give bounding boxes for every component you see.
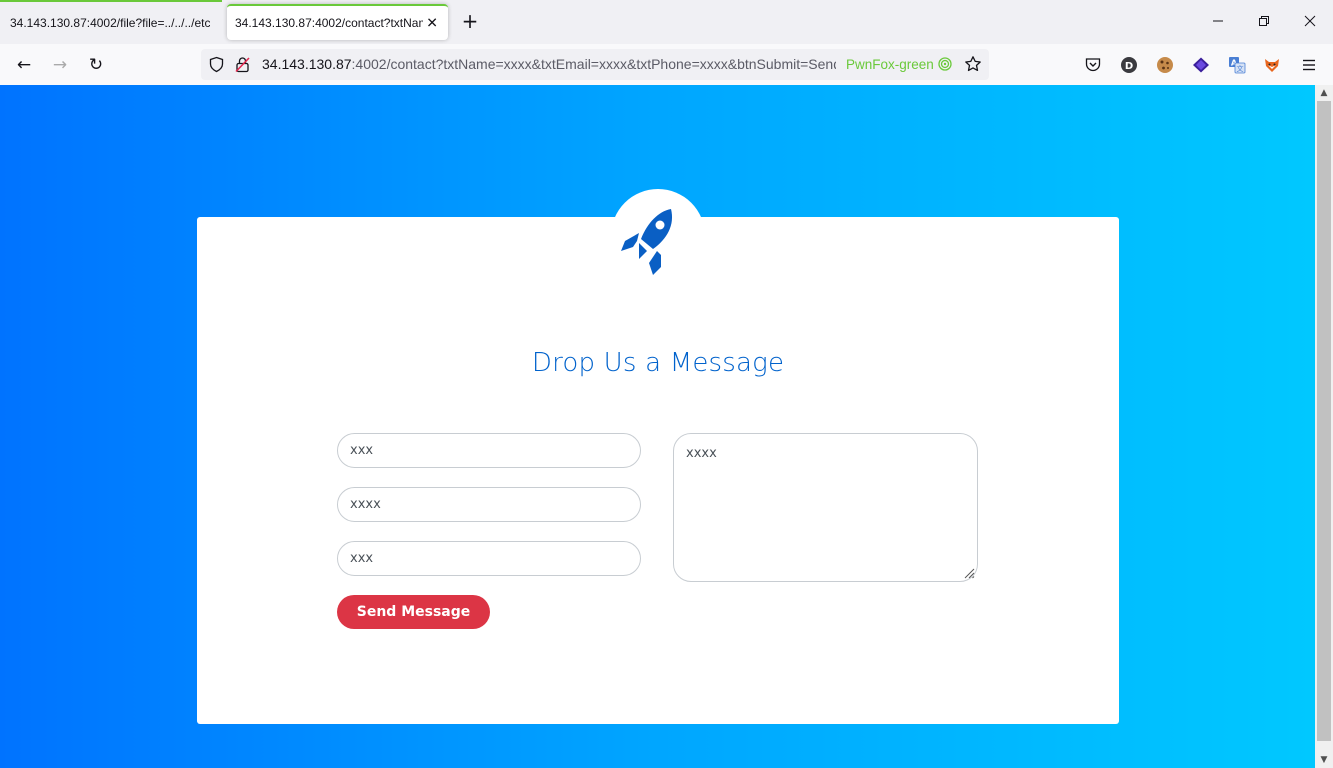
page-viewport: Drop Us a Message xxx xxxx xxx xxxx Send… xyxy=(0,85,1315,768)
message-textarea[interactable]: xxxx xyxy=(673,433,978,582)
email-input[interactable]: xxxx xyxy=(337,487,641,522)
page-title: Drop Us a Message xyxy=(531,348,785,378)
new-tab-button[interactable]: + xyxy=(458,10,482,34)
minimize-button[interactable] xyxy=(1203,8,1233,36)
message-text: xxxx xyxy=(686,446,717,461)
name-input[interactable]: xxx xyxy=(337,433,641,468)
shield-icon[interactable] xyxy=(208,56,225,73)
navigation-toolbar: ← → ↻ 34.143.130.87:4002/contact?txtName… xyxy=(0,44,1333,86)
tab-file-passwd[interactable]: 34.143.130.87:4002/file?file=../../../et… xyxy=(0,0,222,43)
restore-icon xyxy=(1259,16,1269,26)
translate-icon[interactable]: A 文 xyxy=(1228,56,1246,74)
bookmark-star-icon[interactable] xyxy=(964,55,982,73)
insecure-lock-icon[interactable] xyxy=(234,56,251,73)
url-path: :4002/contact?txtName=xxxx&txtEmail=xxxx… xyxy=(351,56,836,72)
layers-extension-icon[interactable] xyxy=(1192,56,1210,74)
scrollbar-thumb[interactable] xyxy=(1317,101,1331,741)
scroll-down-arrow-icon[interactable]: ▼ xyxy=(1315,752,1333,768)
page-scrollbar[interactable]: ▲ ▼ xyxy=(1315,85,1333,768)
pocket-icon[interactable] xyxy=(1084,56,1102,74)
svg-text:D: D xyxy=(1125,61,1133,72)
url-text[interactable]: 34.143.130.87:4002/contact?txtName=xxxx&… xyxy=(262,56,836,72)
tab-contact[interactable]: 34.143.130.87:4002/contact?txtName=xxxx … xyxy=(227,4,448,40)
url-bar[interactable]: 34.143.130.87:4002/contact?txtName=xxxx&… xyxy=(201,49,989,80)
minimize-icon xyxy=(1213,20,1223,22)
svg-text:文: 文 xyxy=(1237,64,1244,73)
cookie-icon[interactable] xyxy=(1156,56,1174,74)
send-message-button[interactable]: Send Message xyxy=(337,595,490,629)
phone-input[interactable]: xxx xyxy=(337,541,641,576)
rocket-icon xyxy=(621,209,673,275)
tab-strip: 34.143.130.87:4002/file?file=../../../et… xyxy=(0,0,1333,44)
menu-hamburger-icon[interactable] xyxy=(1300,56,1318,74)
reload-button[interactable]: ↻ xyxy=(83,52,109,78)
fingerprint-icon xyxy=(938,57,952,71)
container-label: PwnFox-green xyxy=(846,57,934,72)
forward-button[interactable]: → xyxy=(47,52,73,78)
back-button[interactable]: ← xyxy=(11,52,37,78)
close-icon xyxy=(1304,15,1316,27)
tab-title: 34.143.130.87:4002/contact?txtName=xxxx xyxy=(235,16,423,30)
restore-button[interactable] xyxy=(1249,8,1279,36)
close-window-button[interactable] xyxy=(1295,8,1325,36)
close-tab-icon[interactable]: ✕ xyxy=(426,15,438,32)
fox-extension-icon[interactable] xyxy=(1263,56,1281,74)
tab-title: 34.143.130.87:4002/file?file=../../../et… xyxy=(10,15,210,30)
extension-d-icon[interactable]: D xyxy=(1120,56,1138,74)
scroll-up-arrow-icon[interactable]: ▲ xyxy=(1315,85,1333,101)
resize-grip-icon[interactable] xyxy=(963,567,975,579)
contact-card xyxy=(197,217,1119,724)
url-host: 34.143.130.87 xyxy=(262,56,352,72)
